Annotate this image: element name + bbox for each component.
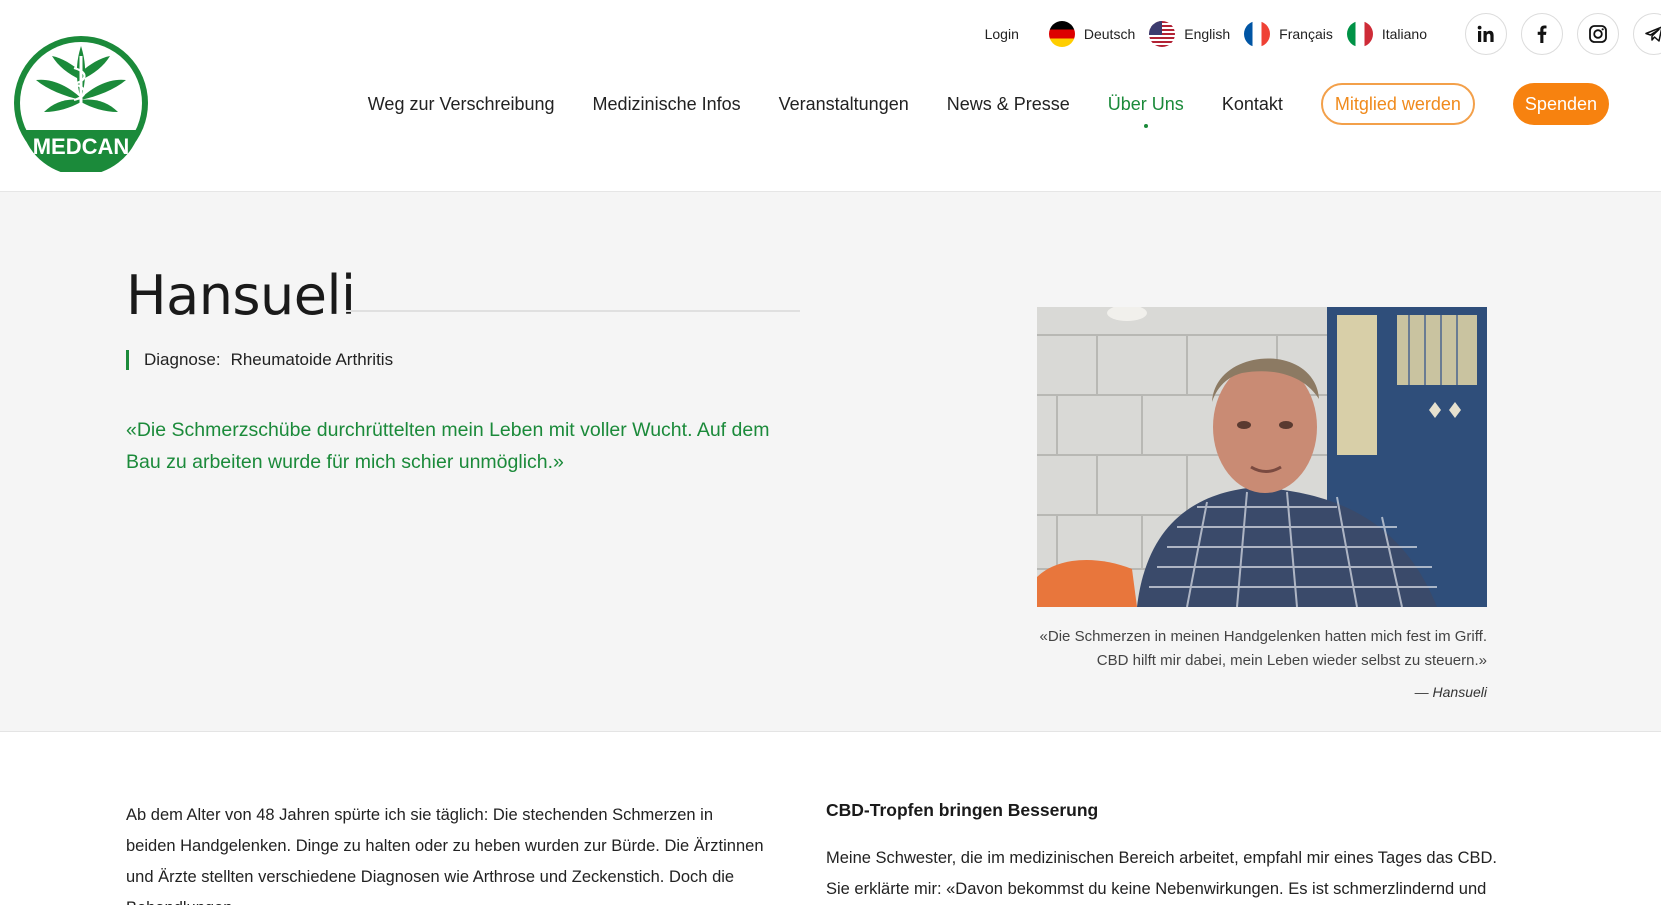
flag-it-icon xyxy=(1346,21,1373,47)
nav-news-presse[interactable]: News & Presse xyxy=(947,82,1070,126)
nav-kontakt[interactable]: Kontakt xyxy=(1222,82,1283,126)
donate-button[interactable]: Spenden xyxy=(1512,83,1609,125)
lang-deutsch[interactable]: Deutsch xyxy=(1048,21,1136,47)
lang-label: Deutsch xyxy=(1083,26,1136,42)
story-paragraph: Ab dem Alter von 48 Jahren spürte ich si… xyxy=(126,806,764,905)
instagram-icon xyxy=(1589,25,1607,43)
caption-line-1: «Die Schmerzen in meinen Handgelenken ha… xyxy=(1039,628,1487,645)
lang-label: Italiano xyxy=(1381,26,1427,42)
nav-veranstaltungen[interactable]: Veranstaltungen xyxy=(779,82,909,126)
site-header: MEDCAN Login Deutsch English Français It… xyxy=(0,0,1661,192)
section-heading: CBD-Tropfen bringen Besserung xyxy=(826,800,1099,820)
flag-us-icon xyxy=(1149,21,1176,47)
caption-author: — Hansueli xyxy=(1414,684,1487,700)
nav-medizinische-infos[interactable]: Medizinische Infos xyxy=(593,82,741,126)
lang-label: English xyxy=(1184,26,1231,42)
caption-line-2: CBD hilft mir dabei, mein Leben wieder s… xyxy=(1096,652,1487,669)
lang-italiano[interactable]: Italiano xyxy=(1346,21,1427,47)
telegram-icon xyxy=(1645,26,1661,42)
main-nav: Weg zur Verschreibung Medizinische Infos… xyxy=(368,82,1609,128)
facebook-button[interactable] xyxy=(1521,13,1563,55)
story-right-column: CBD-Tropfen bringen Besserung Meine Schw… xyxy=(826,800,1506,905)
lang-english[interactable]: English xyxy=(1149,21,1230,47)
diagnosis: Diagnose: Rheumatoide Arthritis xyxy=(126,350,393,370)
story-left-column: Ab dem Alter von 48 Jahren spürte ich si… xyxy=(126,800,766,905)
title-divider xyxy=(346,310,800,312)
nav-weg-zur-verschreibung[interactable]: Weg zur Verschreibung xyxy=(368,82,555,126)
telegram-button[interactable] xyxy=(1633,13,1661,55)
page-title: Hansueli xyxy=(126,264,356,327)
instagram-button[interactable] xyxy=(1577,13,1619,55)
pull-quote: «Die Schmerzschübe durchrüttelten mein L… xyxy=(126,419,770,473)
social-links xyxy=(1465,13,1661,55)
nav-ueber-uns[interactable]: Über Uns xyxy=(1108,82,1184,128)
diagnosis-label: Diagnose: xyxy=(144,350,221,369)
linkedin-button[interactable] xyxy=(1465,13,1507,55)
story-paragraph: Meine Schwester, die im medizinischen Be… xyxy=(826,849,1498,898)
patient-photo xyxy=(1037,307,1487,607)
lang-label: Français xyxy=(1279,26,1333,42)
lang-francais[interactable]: Français xyxy=(1244,21,1333,47)
medcan-logo[interactable]: MEDCAN xyxy=(12,34,150,172)
photo-caption: «Die Schmerzen in meinen Handgelenken ha… xyxy=(987,625,1487,673)
logo-text: MEDCAN xyxy=(33,134,130,159)
facebook-icon xyxy=(1537,25,1547,43)
hero-section: Hansueli Diagnose: Rheumatoide Arthritis… xyxy=(0,192,1661,732)
top-bar: Login Deutsch English Français Italiano xyxy=(985,13,1661,55)
member-button[interactable]: Mitglied werden xyxy=(1320,83,1475,125)
login-link[interactable]: Login xyxy=(985,26,1019,42)
flag-fr-icon xyxy=(1244,21,1271,47)
title-row: Hansueli xyxy=(126,264,800,334)
flag-de-icon xyxy=(1048,21,1075,47)
linkedin-icon xyxy=(1477,25,1494,42)
diagnosis-value: Rheumatoide Arthritis xyxy=(230,350,394,369)
